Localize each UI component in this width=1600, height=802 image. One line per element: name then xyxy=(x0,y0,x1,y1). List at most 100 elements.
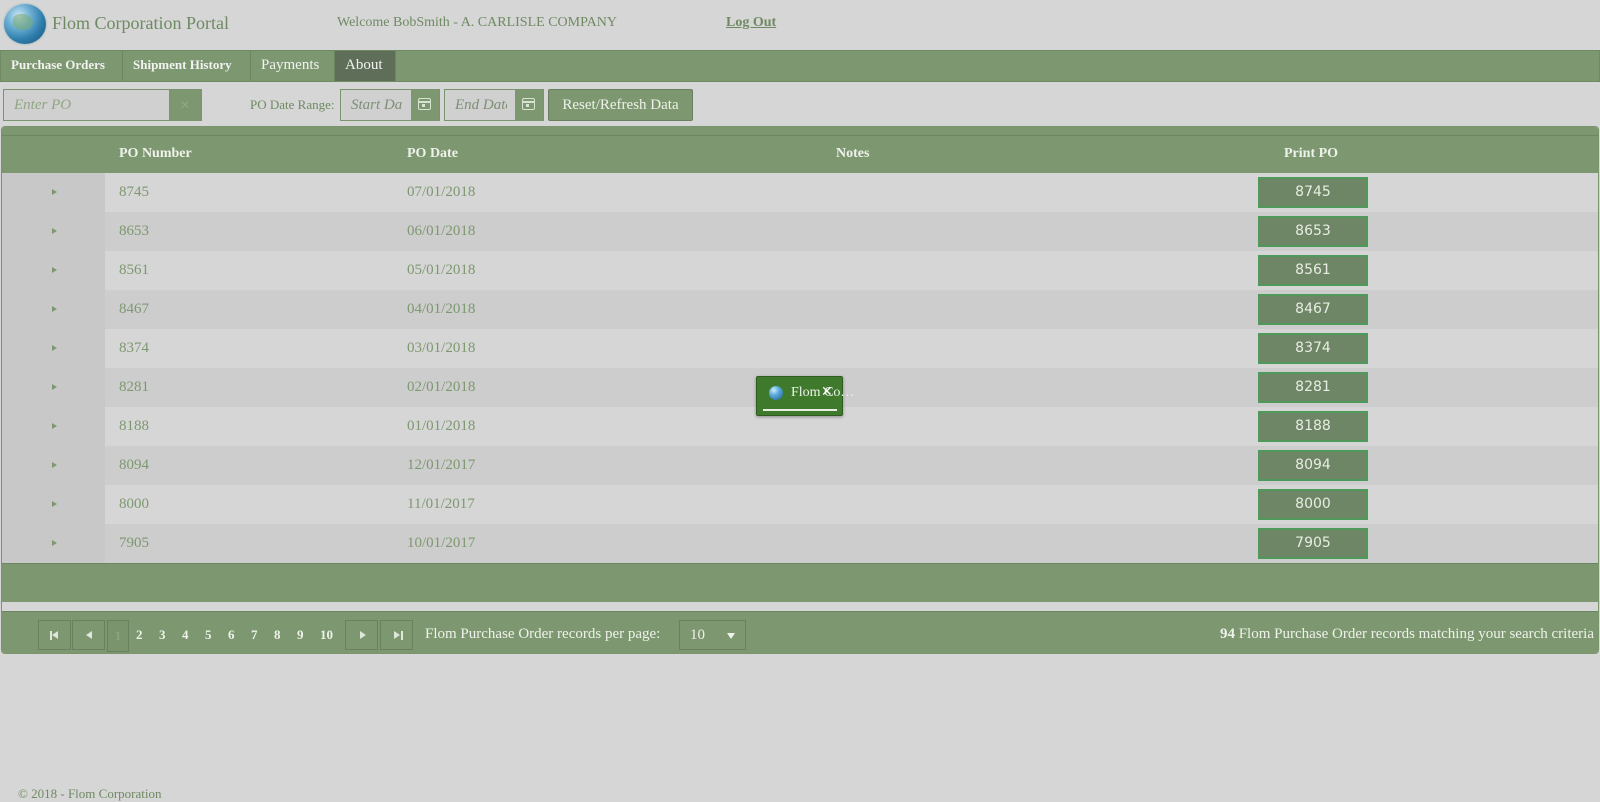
print-po-button[interactable]: 8281 xyxy=(1258,372,1368,403)
page-5[interactable]: 5 xyxy=(205,627,212,643)
page-9[interactable]: 9 xyxy=(297,627,304,643)
next-page-icon[interactable] xyxy=(345,620,378,650)
table-row: 8561 05/01/2018 8561 xyxy=(2,251,1598,290)
print-po-button[interactable]: 8000 xyxy=(1258,489,1368,520)
po-date-cell: 05/01/2018 xyxy=(407,262,476,278)
po-number-cell: 8653 xyxy=(119,223,149,239)
calendar-icon[interactable] xyxy=(515,90,543,120)
date-range-label: PO Date Range: xyxy=(250,97,335,112)
expand-arrow-icon[interactable] xyxy=(2,485,105,524)
per-page-dropdown[interactable]: 10 xyxy=(679,620,746,650)
print-po-button[interactable]: 8188 xyxy=(1258,411,1368,442)
page-6[interactable]: 6 xyxy=(228,627,235,643)
page-10[interactable]: 10 xyxy=(320,627,333,643)
minimized-window-tab[interactable]: Flom Co… ✕ xyxy=(756,376,854,416)
copyright: © 2018 - Flom Corporation xyxy=(18,786,162,801)
print-po-button[interactable]: 8745 xyxy=(1258,177,1368,208)
previous-page-icon[interactable] xyxy=(72,620,105,650)
table-row: 8653 06/01/2018 8653 xyxy=(2,212,1598,251)
per-page-value: 10 xyxy=(690,627,705,643)
po-date-cell: 03/01/2018 xyxy=(407,340,476,356)
table-row: 8000 11/01/2017 8000 xyxy=(2,485,1598,524)
print-po-button[interactable]: 8653 xyxy=(1258,216,1368,247)
chevron-down-icon xyxy=(727,633,735,639)
po-search-input[interactable] xyxy=(4,90,168,120)
pager: 1 2 3 4 5 6 7 8 9 10 Flom Purchase Order… xyxy=(2,611,1598,653)
expand-arrow-icon[interactable] xyxy=(2,446,105,485)
po-number-cell: 8374 xyxy=(119,340,149,356)
page-3[interactable]: 3 xyxy=(159,627,166,643)
page-2[interactable]: 2 xyxy=(136,627,143,643)
start-date-picker xyxy=(340,89,440,121)
print-po-button[interactable]: 8561 xyxy=(1258,255,1368,286)
tab-shipment-history[interactable]: Shipment History xyxy=(123,51,251,81)
globe-icon xyxy=(769,386,783,400)
first-page-icon[interactable] xyxy=(38,620,71,650)
grid-header: PO Number PO Date Notes Print PO xyxy=(2,135,1598,173)
expand-arrow-icon[interactable] xyxy=(2,212,105,251)
expand-arrow-icon[interactable] xyxy=(2,407,105,446)
po-date-cell: 11/01/2017 xyxy=(407,496,475,512)
page-1[interactable]: 1 xyxy=(107,620,129,652)
expand-arrow-icon[interactable] xyxy=(2,290,105,329)
globe-icon xyxy=(4,4,46,44)
po-date-cell: 06/01/2018 xyxy=(407,223,476,239)
tab-about[interactable]: About xyxy=(335,51,396,81)
po-search-box: ✕ xyxy=(3,89,202,121)
start-date-input[interactable] xyxy=(341,90,413,120)
tab-purchase-orders[interactable]: Purchase Orders xyxy=(1,51,123,81)
logout-link[interactable]: Log Out xyxy=(726,15,776,31)
tab-payments[interactable]: Payments xyxy=(251,51,335,81)
po-number-cell: 8281 xyxy=(119,379,149,395)
table-row: 8094 12/01/2017 8094 xyxy=(2,446,1598,485)
column-header-print-po[interactable]: Print PO xyxy=(1284,146,1338,162)
app-title: Flom Corporation Portal xyxy=(52,13,229,33)
end-date-input[interactable] xyxy=(445,90,517,120)
po-number-cell: 8094 xyxy=(119,457,149,473)
column-header-notes[interactable]: Notes xyxy=(836,146,869,162)
column-header-po-number[interactable]: PO Number xyxy=(119,146,192,162)
grid-toolbar xyxy=(2,127,1598,135)
page-8[interactable]: 8 xyxy=(274,627,281,643)
po-number-cell: 8467 xyxy=(119,301,149,317)
expand-arrow-icon[interactable] xyxy=(2,329,105,368)
close-icon[interactable]: ✕ xyxy=(821,384,833,400)
calendar-icon[interactable] xyxy=(411,90,439,120)
print-po-button[interactable]: 8467 xyxy=(1258,294,1368,325)
print-po-button[interactable]: 7905 xyxy=(1258,528,1368,559)
po-date-cell: 07/01/2018 xyxy=(407,184,476,200)
po-number-cell: 8561 xyxy=(119,262,149,278)
expand-arrow-icon[interactable] xyxy=(2,524,105,563)
grid-footer xyxy=(2,563,1598,602)
table-row: 8467 04/01/2018 8467 xyxy=(2,290,1598,329)
print-po-button[interactable]: 8374 xyxy=(1258,333,1368,364)
table-row: 8745 07/01/2018 8745 xyxy=(2,173,1598,212)
print-po-button[interactable]: 8094 xyxy=(1258,450,1368,481)
page-7[interactable]: 7 xyxy=(251,627,258,643)
po-number-cell: 8745 xyxy=(119,184,149,200)
table-row: 8374 03/01/2018 8374 xyxy=(2,329,1598,368)
per-page-label: Flom Purchase Order records per page: xyxy=(425,626,661,642)
header: Flom Corporation Portal Welcome BobSmith… xyxy=(0,0,1600,48)
reset-refresh-button[interactable]: Reset/Refresh Data xyxy=(548,89,693,121)
records-text: Flom Purchase Order records matching you… xyxy=(1234,626,1594,642)
records-info: 94 Flom Purchase Order records matching … xyxy=(1220,626,1594,643)
end-date-picker xyxy=(444,89,544,121)
records-count: 94 xyxy=(1219,626,1235,642)
po-number-cell: 8188 xyxy=(119,418,149,434)
main-nav: Purchase Orders Shipment History Payment… xyxy=(0,50,1600,82)
close-icon[interactable]: ✕ xyxy=(169,90,201,120)
column-header-po-date[interactable]: PO Date xyxy=(407,146,458,162)
po-number-cell: 8000 xyxy=(119,496,149,512)
po-date-cell: 02/01/2018 xyxy=(407,379,476,395)
po-date-cell: 12/01/2017 xyxy=(407,457,476,473)
table-row: 7905 10/01/2017 7905 xyxy=(2,524,1598,563)
expand-arrow-icon[interactable] xyxy=(2,368,105,407)
po-date-cell: 04/01/2018 xyxy=(407,301,476,317)
expand-arrow-icon[interactable] xyxy=(2,173,105,212)
po-number-cell: 7905 xyxy=(119,535,149,551)
po-date-cell: 10/01/2017 xyxy=(407,535,476,551)
expand-arrow-icon[interactable] xyxy=(2,251,105,290)
last-page-icon[interactable] xyxy=(380,620,413,650)
page-4[interactable]: 4 xyxy=(182,627,189,643)
